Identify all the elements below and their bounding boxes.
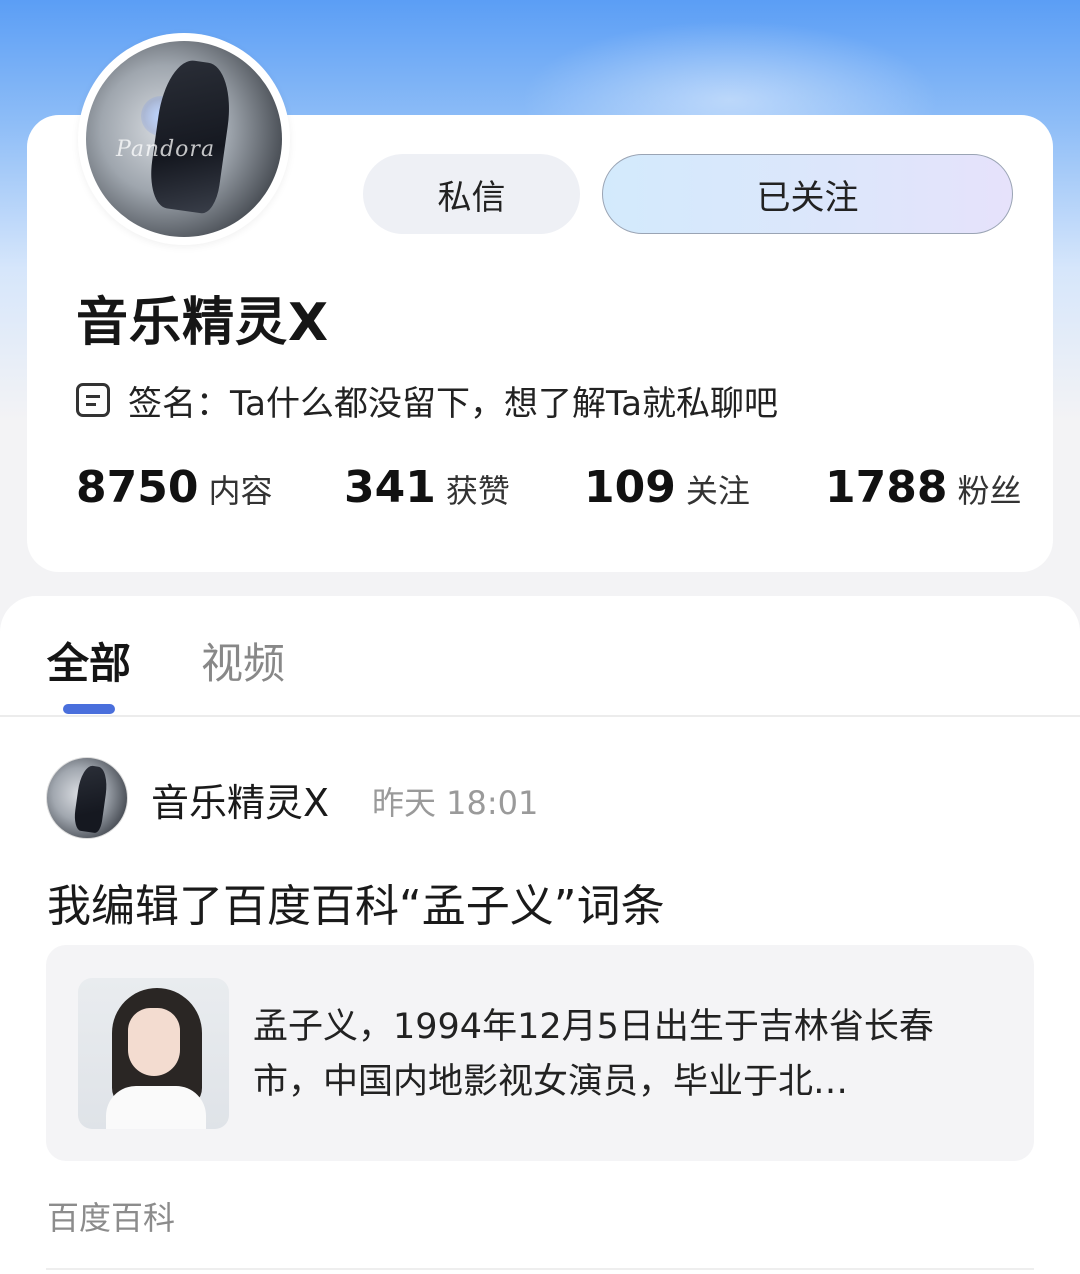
stat-content[interactable]: 8750 内容 — [76, 462, 272, 513]
stat-followers[interactable]: 1788 粉丝 — [825, 462, 1021, 513]
stat-label: 关注 — [685, 472, 750, 510]
stat-label: 粉丝 — [957, 472, 1022, 510]
link-description: 孟子义，1994年12月5日出生于吉林省长春市，中国内地影视女演员，毕业于北… — [253, 1007, 934, 1102]
post-divider — [46, 1268, 1034, 1270]
stat-value: 109 — [584, 462, 676, 513]
stat-value: 8750 — [76, 462, 199, 513]
stat-value: 1788 — [825, 462, 948, 513]
stat-value: 341 — [344, 462, 436, 513]
document-icon — [76, 383, 110, 417]
content-panel — [0, 596, 1080, 1274]
signature-label: 签名： — [128, 383, 230, 424]
signature-text: Ta什么都没留下，想了解Ta就私聊吧 — [230, 383, 778, 424]
tab-video[interactable]: 视频 — [201, 630, 285, 691]
signature-row: 签名： Ta什么都没留下，想了解Ta就私聊吧 — [76, 378, 778, 424]
stat-following[interactable]: 109 关注 — [584, 462, 750, 513]
profile-stats: 8750 内容 341 获赞 109 关注 1788 粉丝 — [76, 462, 1026, 522]
stat-label: 获赞 — [445, 472, 510, 510]
tab-all[interactable]: 全部 — [47, 630, 131, 691]
message-button[interactable]: 私信 — [363, 154, 580, 234]
post-source[interactable]: 百度百科 — [47, 1193, 175, 1239]
avatar-image: Pandora — [86, 41, 282, 237]
profile-username: 音乐精灵X — [76, 293, 330, 353]
stat-label: 内容 — [208, 472, 273, 510]
link-thumbnail — [78, 978, 229, 1129]
tab-active-indicator — [63, 704, 115, 714]
post-author-name[interactable]: 音乐精灵X — [151, 772, 329, 827]
profile-avatar[interactable]: Pandora — [78, 33, 290, 245]
post-title[interactable]: 我编辑了百度百科“孟子义”词条 — [47, 870, 665, 934]
post-timestamp: 昨天 18:01 — [372, 784, 539, 822]
link-preview-card[interactable]: 孟子义，1994年12月5日出生于吉林省长春市，中国内地影视女演员，毕业于北… — [46, 945, 1034, 1161]
tab-divider — [0, 715, 1080, 717]
followed-button[interactable]: 已关注 — [602, 154, 1013, 234]
post-author-avatar[interactable] — [46, 757, 128, 839]
stat-likes[interactable]: 341 获赞 — [344, 462, 510, 513]
